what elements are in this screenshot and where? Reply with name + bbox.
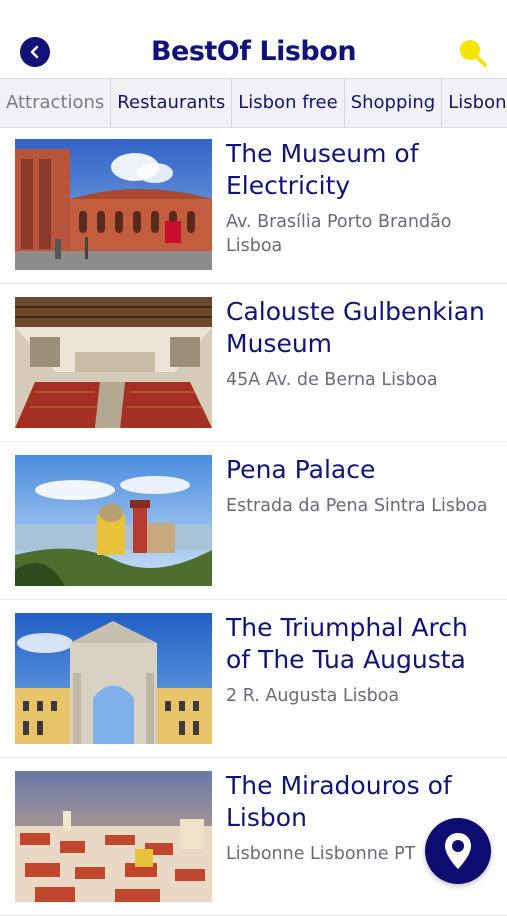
tab-restaurants[interactable]: Restaurants	[111, 79, 233, 127]
place-address: Av. Brasília Porto Brandão Lisboa	[226, 212, 452, 256]
place-title: The Triumphal Arch of The Tua Augusta	[226, 613, 468, 674]
place-address: 2 R. Augusta Lisboa	[226, 686, 400, 706]
place-title: Pena Palace	[226, 455, 376, 484]
map-button[interactable]	[425, 818, 491, 884]
list-item[interactable]: The Triumphal Arch of The Tua Augusta 2 …	[0, 600, 507, 758]
app-header: BestOf Lisbon	[0, 0, 507, 78]
place-address: 45A Av. de Berna Lisboa	[226, 370, 438, 390]
search-button[interactable]	[457, 37, 489, 69]
list-item[interactable]: Pena Palace Estrada da Pena Sintra Lisbo…	[0, 442, 507, 600]
page-title: BestOf Lisbon	[150, 36, 357, 67]
place-title: The Museum of Electricity	[226, 139, 419, 200]
map-pin-icon	[445, 833, 471, 869]
place-title: Calouste Gulbenkian Museum	[226, 297, 485, 358]
place-thumbnail	[15, 297, 212, 428]
places-list: The Museum of Electricity Av. Brasília P…	[0, 126, 507, 916]
tab-lisbon-free[interactable]: Lisbon free	[232, 79, 345, 127]
tab-lisbon-w[interactable]: Lisbon w	[442, 79, 507, 127]
search-icon	[460, 40, 487, 67]
list-item[interactable]: The Museum of Electricity Av. Brasília P…	[0, 126, 507, 284]
place-thumbnail	[15, 455, 212, 586]
place-thumbnail	[15, 613, 212, 744]
place-address: Estrada da Pena Sintra Lisboa	[226, 496, 488, 516]
category-tabs: Attractions Restaurants Lisbon free Shop…	[0, 78, 507, 128]
place-thumbnail	[15, 139, 212, 270]
tab-shopping[interactable]: Shopping	[345, 79, 443, 127]
tab-attractions[interactable]: Attractions	[0, 79, 112, 127]
list-item[interactable]: Calouste Gulbenkian Museum 45A Av. de Be…	[0, 284, 507, 442]
place-thumbnail	[15, 771, 212, 902]
